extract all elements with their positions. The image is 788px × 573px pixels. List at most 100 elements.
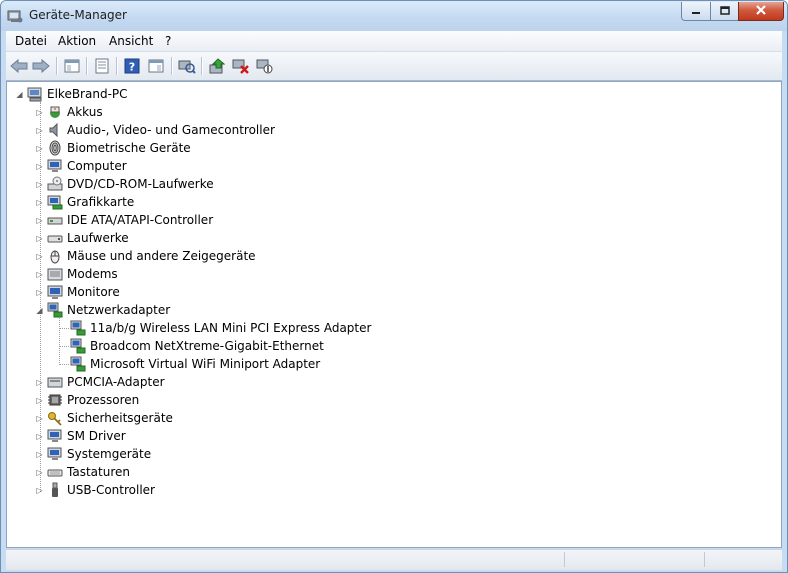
tree-item-sicherheit[interactable]: ▷ Sicherheitsgeräte — [35, 409, 173, 427]
tree-item-ide[interactable]: ▷ IDE ATA/ATAPI-Controller — [35, 211, 213, 229]
device-tree[interactable]: ◢ ElkeBrand-PC ▷ Akkus ▷ Audio-, Video- … — [6, 81, 782, 548]
tree-item-modems[interactable]: ▷ Modems — [35, 265, 117, 283]
tree-item-label: Laufwerke — [67, 231, 129, 245]
tree-item-label: Audio-, Video- und Gamecontroller — [67, 123, 275, 137]
tree-item-label: USB-Controller — [67, 483, 155, 497]
tree-root[interactable]: ◢ ElkeBrand-PC — [15, 85, 128, 103]
expand-triangle-icon[interactable]: ▷ — [35, 468, 44, 477]
forward-arrow-icon[interactable] — [32, 57, 50, 75]
expand-triangle-icon[interactable]: ▷ — [35, 450, 44, 459]
expand-triangle-icon[interactable]: ▷ — [35, 234, 44, 243]
expand-triangle-icon[interactable]: ▷ — [35, 486, 44, 495]
tree-item-label: 11a/b/g Wireless LAN Mini PCI Express Ad… — [90, 321, 372, 335]
expand-triangle-icon[interactable]: ▷ — [35, 432, 44, 441]
title-bar[interactable]: Geräte-Manager — [1, 1, 787, 31]
collapse-triangle-icon[interactable]: ◢ — [15, 90, 24, 99]
uninstall-device-icon[interactable] — [232, 57, 250, 75]
menu-ansicht[interactable]: Ansicht — [109, 34, 153, 48]
tree-item-systemgeraete[interactable]: ▷ Systemgeräte — [35, 445, 151, 463]
help-icon[interactable]: ? — [123, 57, 141, 75]
tree-item-laufwerke[interactable]: ▷ Laufwerke — [35, 229, 129, 247]
expand-triangle-icon[interactable]: ▷ — [35, 414, 44, 423]
fingerprint-icon — [47, 140, 63, 156]
tree-item-dvd[interactable]: ▷ DVD/CD-ROM-Laufwerke — [35, 175, 214, 193]
expand-triangle-icon[interactable]: ▷ — [35, 270, 44, 279]
tree-connector-line — [59, 346, 69, 347]
back-arrow-icon[interactable] — [10, 57, 28, 75]
usb-icon — [47, 482, 63, 498]
minimize-button[interactable] — [681, 2, 711, 21]
tree-item-label: Microsoft Virtual WiFi Miniport Adapter — [90, 357, 321, 371]
tree-item-computer[interactable]: ▷ Computer — [35, 157, 127, 175]
update-driver-icon[interactable] — [208, 57, 226, 75]
computer-icon — [47, 158, 63, 174]
tree-item-sm-driver[interactable]: ▷ SM Driver — [35, 427, 126, 445]
tree-item-maeuse[interactable]: ▷ Mäuse und andere Zeigegeräte — [35, 247, 256, 265]
tree-item-label: Systemgeräte — [67, 447, 152, 461]
menu-aktion[interactable]: Aktion — [58, 34, 96, 48]
tree-item-label: Tastaturen — [67, 465, 130, 479]
disable-device-icon[interactable] — [256, 57, 274, 75]
status-bar — [6, 549, 782, 570]
tree-item-biometrisch[interactable]: ▷ Biometrische Geräte — [35, 139, 191, 157]
modem-icon — [47, 266, 63, 282]
tree-item-akkus[interactable]: ▷ Akkus — [35, 103, 102, 121]
tree-item-label: PCMCIA-Adapter — [67, 375, 165, 389]
tree-item-tastaturen[interactable]: ▷ Tastaturen — [35, 463, 130, 481]
maximize-button[interactable] — [710, 2, 739, 21]
tree-item-label: Computer — [67, 159, 127, 173]
expand-triangle-icon[interactable]: ▷ — [35, 126, 44, 135]
toolbar: ? — [6, 52, 782, 81]
disk-drive-icon — [47, 230, 63, 246]
dvd-drive-icon — [47, 176, 63, 192]
status-separator — [704, 552, 705, 567]
properties-icon[interactable] — [93, 57, 111, 75]
tree-item-label: SM Driver — [67, 429, 126, 443]
tree-child-virtual-wifi[interactable]: Microsoft Virtual WiFi Miniport Adapter — [70, 355, 320, 373]
expand-triangle-icon[interactable]: ▷ — [35, 108, 44, 117]
expand-triangle-icon[interactable]: ▷ — [35, 162, 44, 171]
tree-item-monitore[interactable]: ▷ Monitore — [35, 283, 120, 301]
ide-controller-icon — [47, 212, 63, 228]
computer-icon — [47, 428, 63, 444]
tree-item-prozessoren[interactable]: ▷ Prozessoren — [35, 391, 139, 409]
toolbar-separator — [116, 57, 118, 75]
expand-triangle-icon[interactable]: ▷ — [35, 216, 44, 225]
tree-item-label: Broadcom NetXtreme-Gigabit-Ethernet — [90, 339, 324, 353]
show-action-pane-icon[interactable] — [147, 57, 165, 75]
tree-item-label: Netzwerkadapter — [67, 303, 171, 317]
menu-bar: Datei Aktion Ansicht ? — [6, 31, 782, 52]
tree-item-pcmcia[interactable]: ▷ PCMCIA-Adapter — [35, 373, 165, 391]
toolbar-separator — [56, 57, 58, 75]
network-adapter-icon — [70, 356, 86, 372]
network-adapter-icon — [47, 302, 63, 318]
close-button[interactable] — [738, 2, 784, 21]
expand-triangle-icon[interactable]: ▷ — [35, 144, 44, 153]
keyboard-icon — [47, 464, 63, 480]
menu-datei[interactable]: Datei — [15, 34, 47, 48]
show-hide-console-tree-icon[interactable] — [63, 57, 81, 75]
security-key-icon — [47, 410, 63, 426]
tree-child-broadcom[interactable]: Broadcom NetXtreme-Gigabit-Ethernet — [70, 337, 324, 355]
tree-item-audio[interactable]: ▷ Audio-, Video- und Gamecontroller — [35, 121, 275, 139]
tree-item-netzwerkadapter[interactable]: ◢ Netzwerkadapter — [35, 301, 170, 319]
scan-hardware-icon[interactable] — [178, 57, 196, 75]
toolbar-separator — [86, 57, 88, 75]
collapse-triangle-icon[interactable]: ◢ — [35, 306, 44, 315]
expand-triangle-icon[interactable]: ▷ — [35, 198, 44, 207]
tree-child-wireless-adapter[interactable]: 11a/b/g Wireless LAN Mini PCI Express Ad… — [70, 319, 371, 337]
tree-item-usb[interactable]: ▷ USB-Controller — [35, 481, 155, 499]
tree-item-grafikkarte[interactable]: ▷ Grafikkarte — [35, 193, 134, 211]
mouse-icon — [47, 248, 63, 264]
tree-item-label: Grafikkarte — [67, 195, 135, 209]
expand-triangle-icon[interactable]: ▷ — [35, 252, 44, 261]
expand-triangle-icon[interactable]: ▷ — [35, 378, 44, 387]
menu-help[interactable]: ? — [165, 34, 171, 48]
expand-triangle-icon[interactable]: ▷ — [35, 180, 44, 189]
expand-triangle-icon[interactable]: ▷ — [35, 288, 44, 297]
tree-connector-line — [59, 318, 60, 365]
status-separator — [564, 552, 565, 567]
system-device-icon — [47, 446, 63, 462]
expand-triangle-icon[interactable]: ▷ — [35, 396, 44, 405]
network-adapter-icon — [70, 338, 86, 354]
